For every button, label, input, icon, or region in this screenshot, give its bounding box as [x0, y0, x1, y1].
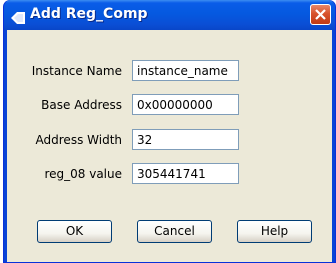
title-bar[interactable]: Add Reg_Comp [4, 0, 335, 30]
instance-name-field[interactable] [132, 60, 239, 81]
close-button[interactable] [310, 4, 331, 25]
address-width-row: Address Width [7, 129, 332, 151]
help-button[interactable]: Help [237, 220, 312, 243]
reg-08-value-label: reg_08 value [44, 167, 122, 181]
dialog-title: Add Reg_Comp [30, 6, 148, 22]
cancel-button[interactable]: Cancel [137, 220, 212, 243]
base-address-label: Base Address [41, 98, 122, 112]
close-icon [315, 9, 326, 20]
reg-08-value-row: reg_08 value [7, 163, 332, 185]
base-address-row: Base Address [7, 94, 332, 116]
base-address-field[interactable] [132, 94, 239, 115]
instance-name-label: Instance Name [31, 64, 122, 78]
address-width-label: Address Width [35, 133, 122, 147]
reg-08-value-field[interactable] [132, 163, 239, 184]
dialog-window: Add Reg_Comp Instance Name Base Address … [3, 0, 336, 263]
app-diamond-icon [11, 9, 25, 24]
instance-name-row: Instance Name [7, 60, 332, 82]
address-width-field[interactable] [132, 129, 239, 150]
dialog-body: Instance Name Base Address Address Width… [7, 30, 332, 262]
ok-button[interactable]: OK [37, 220, 112, 243]
